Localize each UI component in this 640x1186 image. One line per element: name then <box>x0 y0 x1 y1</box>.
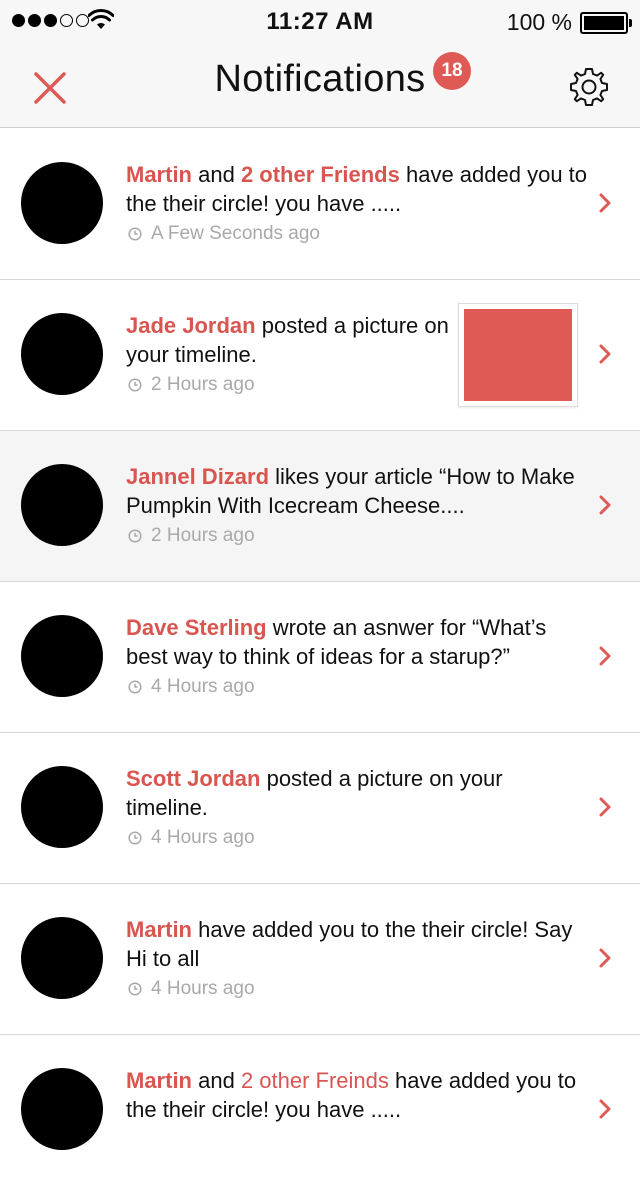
notification-count-badge: 18 <box>433 52 471 90</box>
timestamp-text: 2 Hours ago <box>151 374 255 395</box>
notification-list: Martin and 2 other Friends have added yo… <box>0 129 640 1186</box>
timestamp: 4 Hours ago <box>128 978 255 1000</box>
avatar <box>21 615 103 697</box>
notification-text: Jade Jordan posted a picture on your tim… <box>126 311 456 369</box>
clock-icon <box>128 982 142 996</box>
gear-icon <box>570 68 608 106</box>
timestamp-text: 4 Hours ago <box>151 827 255 848</box>
user-name-link[interactable]: Jade Jordan <box>126 313 256 338</box>
clock-icon <box>128 227 142 241</box>
notification-text: Martin and 2 other Freinds have added yo… <box>126 1066 588 1124</box>
battery-icon <box>580 12 632 34</box>
chevron-right-icon <box>599 948 611 968</box>
clock-icon <box>128 378 142 392</box>
settings-button[interactable] <box>567 65 611 109</box>
chevron-right-icon <box>599 193 611 213</box>
notification-text: Martin have added you to the their circl… <box>126 915 588 973</box>
timestamp: 4 Hours ago <box>128 827 255 849</box>
avatar <box>21 766 103 848</box>
notification-row[interactable]: Martin and 2 other Friends have added yo… <box>0 129 640 280</box>
timestamp-text: 4 Hours ago <box>151 978 255 999</box>
notification-row[interactable]: Martin have added you to the their circl… <box>0 884 640 1035</box>
battery-percent: 100 % <box>506 9 572 35</box>
notification-row[interactable]: Scott Jordan posted a picture on your ti… <box>0 733 640 884</box>
chevron-right-icon <box>599 495 611 515</box>
clock-icon <box>128 680 142 694</box>
notification-text: Martin and 2 other Friends have added yo… <box>126 160 588 218</box>
chevron-right-icon <box>599 344 611 364</box>
clock-icon <box>128 529 142 543</box>
timestamp: 2 Hours ago <box>128 525 255 547</box>
page-title: Notifications <box>214 58 426 100</box>
notification-text: Dave Sterling wrote an asnwer for “What’… <box>126 613 588 671</box>
avatar <box>21 917 103 999</box>
notification-message: have added you to the their circle! Say … <box>126 917 573 971</box>
timestamp: 2 Hours ago <box>128 374 255 396</box>
notification-text: Jannel Dizard likes your article “How to… <box>126 462 588 520</box>
chevron-right-icon <box>599 797 611 817</box>
avatar <box>21 313 103 395</box>
clock-icon <box>128 831 142 845</box>
user-name-link[interactable]: Dave Sterling <box>126 615 267 640</box>
timestamp-text: A Few Seconds ago <box>151 223 320 244</box>
notification-text: Scott Jordan posted a picture on your ti… <box>126 764 588 822</box>
notification-row[interactable]: Jade Jordan posted a picture on your tim… <box>0 280 640 431</box>
user-name-link[interactable]: Martin <box>126 1068 192 1093</box>
timestamp-text: 2 Hours ago <box>151 525 255 546</box>
notification-message: and <box>192 1068 241 1093</box>
chevron-right-icon <box>599 1099 611 1119</box>
chevron-right-icon <box>599 646 611 666</box>
user-name-link[interactable]: Martin <box>126 162 192 187</box>
avatar <box>21 162 103 244</box>
picture-image <box>464 309 572 401</box>
navigation-bar: Notifications <box>0 44 640 128</box>
notification-row[interactable]: Jannel Dizard likes your article “How to… <box>0 431 640 582</box>
avatar <box>21 464 103 546</box>
friends-link[interactable]: 2 other Friends <box>241 162 400 187</box>
user-name-link[interactable]: Jannel Dizard <box>126 464 269 489</box>
timestamp: 4 Hours ago <box>128 676 255 698</box>
status-bar: 11:27 AM 100 % <box>0 0 640 44</box>
notification-row[interactable]: Dave Sterling wrote an asnwer for “What’… <box>0 582 640 733</box>
user-name-link[interactable]: Martin <box>126 917 192 942</box>
notification-row[interactable]: Martin and 2 other Freinds have added yo… <box>0 1035 640 1186</box>
notification-message: and <box>192 162 241 187</box>
user-name-link[interactable]: Scott Jordan <box>126 766 260 791</box>
friends-link[interactable]: 2 other Freinds <box>241 1068 389 1093</box>
timestamp-text: 4 Hours ago <box>151 676 255 697</box>
timestamp: A Few Seconds ago <box>128 223 320 245</box>
posted-picture-thumbnail[interactable] <box>458 303 578 407</box>
avatar <box>21 1068 103 1150</box>
